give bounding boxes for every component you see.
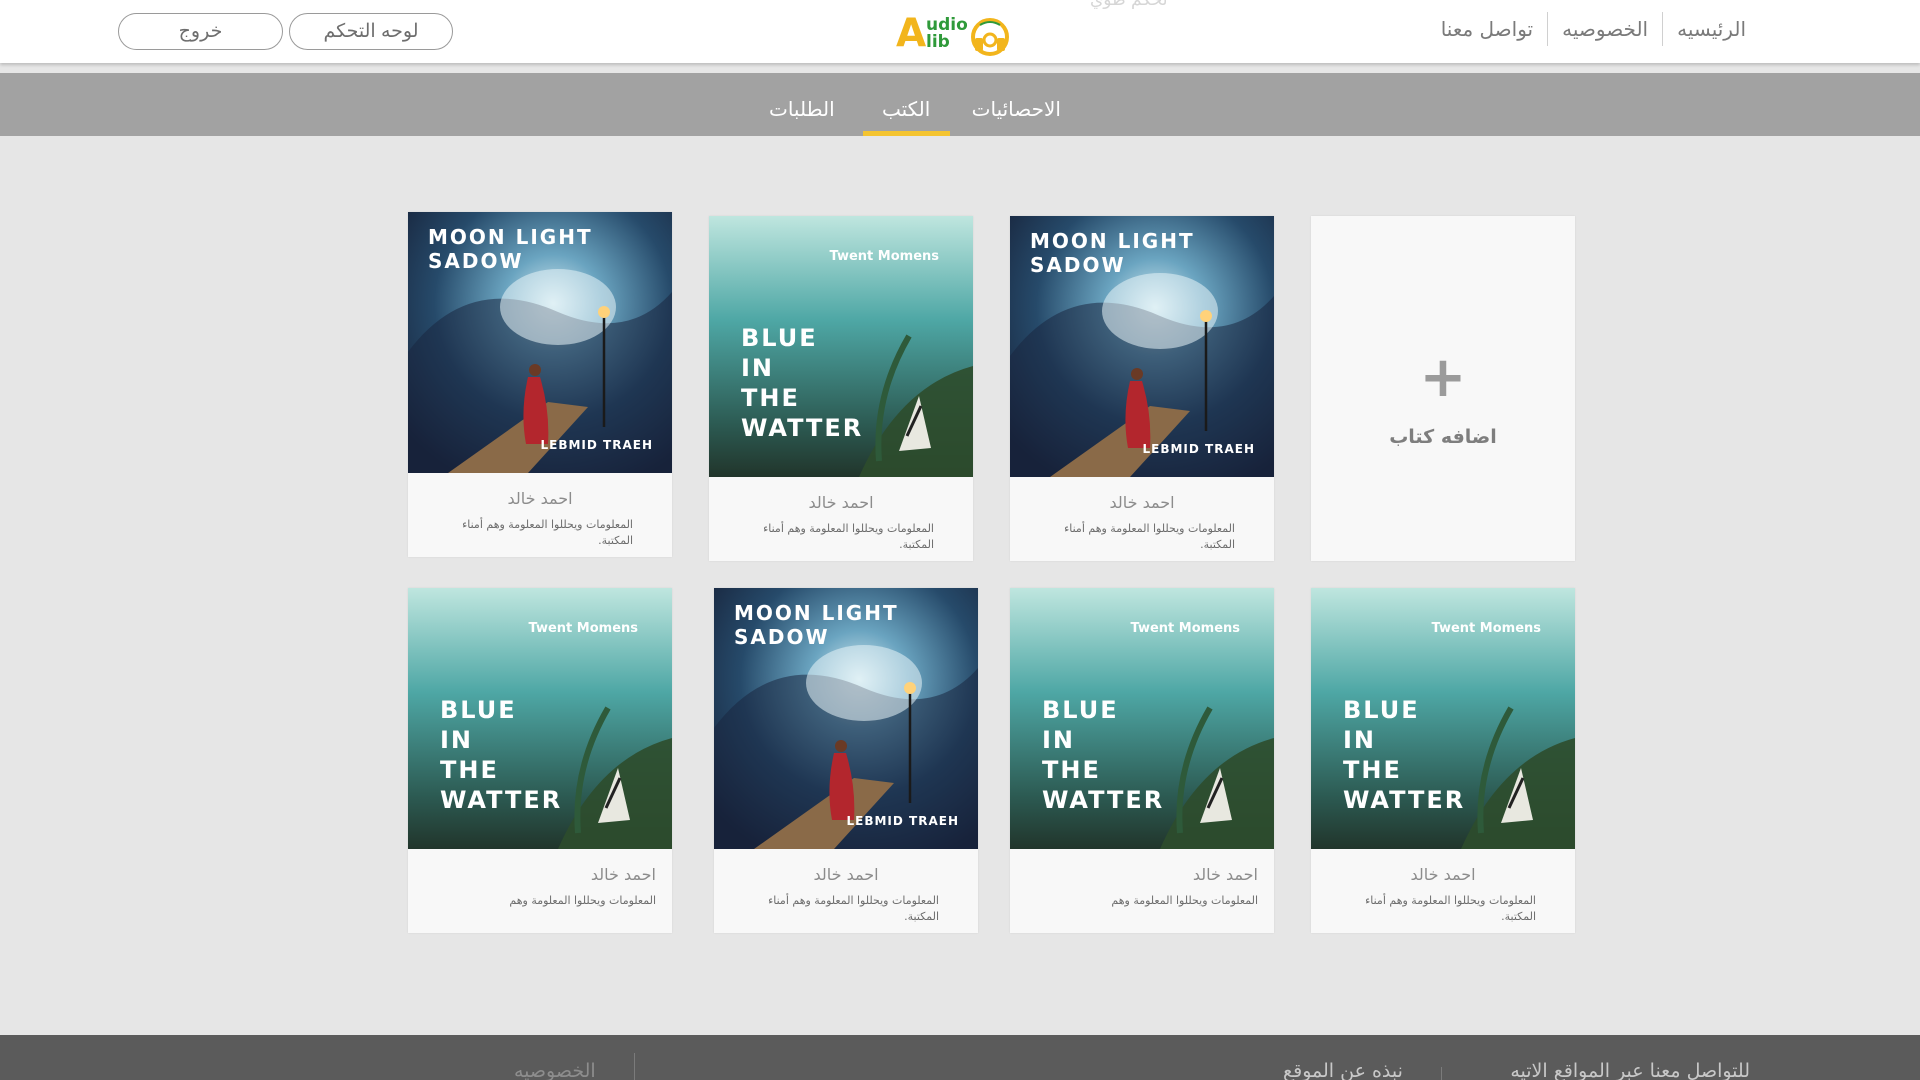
footer-privacy-link[interactable]: الخصوصيه: [514, 1060, 596, 1080]
cover-title-line: SADOW: [428, 249, 524, 273]
nav-item-contact[interactable]: تواصل معنا: [1427, 12, 1547, 46]
book-card[interactable]: Twent Momens BLUE IN THE WATTER احمد خالد المع…: [1311, 588, 1575, 933]
book-cover-art: MOON LIGHTSADOW LEBMID TRAEH: [714, 588, 978, 849]
book-cover[interactable]: Twent Momens BLUE IN THE WATTER: [1010, 588, 1274, 849]
logout-button[interactable]: خروج: [118, 13, 283, 50]
cover-title-line: IN: [1042, 726, 1075, 754]
book-author: احمد خالد: [507, 489, 573, 508]
book-description: المعلومات ويحللوا المعلومة وهم: [1111, 894, 1258, 907]
cover-tagline: Twent Momens: [529, 621, 639, 636]
book-description: المعلومات ويحللوا المعلومة وهم أمناء الم…: [462, 518, 633, 547]
cover-title-line: WATTER: [440, 786, 562, 814]
cover-title-line: IN: [440, 726, 473, 754]
dashboard-button[interactable]: لوحه التحكم: [289, 13, 453, 50]
book-cover[interactable]: MOON LIGHT SADOW LEBMID TRAEH: [1010, 216, 1274, 477]
cover-title-line: SADOW: [734, 625, 830, 649]
nav-item-privacy[interactable]: الخصوصيه: [1547, 12, 1662, 46]
tab-orders[interactable]: الطلبات: [755, 73, 849, 136]
section-tab-bar: الطلبات الكتب الاحصائيات: [0, 73, 1920, 136]
cover-author: LEBMID TRAEH: [1143, 442, 1256, 456]
plus-icon: +: [1419, 345, 1467, 410]
add-book-card[interactable]: + اضافه كتاب: [1311, 216, 1575, 561]
cover-title-line: THE: [1042, 756, 1101, 784]
cover-title-line: MOON LIGHT: [734, 601, 899, 625]
book-card[interactable]: Twent Momens BLUE IN THE WATTER احمد خالد المع…: [408, 588, 672, 933]
headphones-icon: [971, 18, 1009, 56]
book-cover-art: MOON LIGHTSADOW LEBMID TRAEH: [408, 212, 672, 473]
book-author: احمد خالد: [590, 865, 656, 884]
top-nav: الرئيسيه الخصوصيه تواصل معنا: [1427, 12, 1760, 46]
book-card[interactable]: Twent Momens BLUE IN THE WATTER احمد خالد المع…: [1010, 588, 1274, 933]
header-faded-text: تحكم طوي: [1090, 0, 1168, 10]
book-author: احمد خالد: [813, 865, 879, 884]
cover-title-line: WATTER: [1042, 786, 1164, 814]
cover-title-line: SADOW: [1030, 253, 1126, 277]
book-author: احمد خالد: [1410, 865, 1476, 884]
tab-books[interactable]: الكتب: [862, 73, 950, 136]
cover-author: LEBMID TRAEH: [847, 814, 960, 828]
cover-title-line: MOON LIGHT: [428, 225, 593, 249]
site-logo[interactable]: A udio lib: [896, 14, 1012, 56]
logo-word-bottom: lib: [926, 32, 950, 52]
book-cover[interactable]: Twent Momens BLUE IN THE WATTER: [408, 588, 672, 849]
cover-title-line: BLUE: [1042, 696, 1119, 724]
footer: للتواصل معنا عبر المواقع الاتيه نبذه عن …: [0, 1035, 1920, 1080]
book-description: المعلومات ويحللوا المعلومة وهم: [509, 894, 656, 907]
cover-title-line: WATTER: [741, 414, 863, 442]
footer-divider: [1441, 1067, 1442, 1080]
cover-title-line: MOON LIGHT: [1030, 229, 1195, 253]
cover-title-line: THE: [741, 384, 800, 412]
book-cover-art: MOON LIGHTSADOW LEBMID TRAEH: [1010, 216, 1274, 477]
tab-statistics[interactable]: الاحصائيات: [958, 73, 1075, 136]
add-book-label: اضافه كتاب: [1389, 426, 1497, 448]
book-author: احمد خالد: [1109, 493, 1175, 512]
book-card[interactable]: MOON LIGHT SADOW LEBMID TRAEH احمد خالد المع…: [1010, 216, 1274, 561]
book-cover[interactable]: MOON LIGHT SADOW LEBMID TRAEH: [408, 212, 672, 473]
cover-title-line: BLUE: [440, 696, 517, 724]
top-header: تحكم طوي الرئيسيه الخصوصيه تواصل معنا A …: [0, 0, 1920, 63]
book-cover[interactable]: Twent Momens BLUE IN THE WATTER: [709, 216, 973, 477]
footer-follow-label: للتواصل معنا عبر المواقع الاتيه: [1510, 1060, 1750, 1080]
book-cover[interactable]: MOON LIGHT SADOW LEBMID TRAEH: [714, 588, 978, 849]
book-description: المعلومات ويحللوا المعلومة وهم أمناء الم…: [763, 522, 934, 551]
book-cover-art: Twent Momens BLUEINTHEWATTER: [1311, 588, 1575, 849]
cover-tagline: Twent Momens: [1131, 621, 1241, 636]
book-cover-art: Twent Momens BLUEINTHEWATTER: [408, 588, 672, 849]
cover-tagline: Twent Momens: [830, 249, 940, 264]
cover-tagline: Twent Momens: [1432, 621, 1542, 636]
cover-title-line: THE: [1343, 756, 1402, 784]
nav-item-home[interactable]: الرئيسيه: [1662, 12, 1760, 46]
section-tabs: الطلبات الكتب الاحصائيات: [755, 73, 1075, 136]
footer-divider: [634, 1053, 635, 1080]
cover-title-line: BLUE: [1343, 696, 1420, 724]
book-description: المعلومات ويحللوا المعلومة وهم أمناء الم…: [768, 894, 939, 923]
cover-title-line: THE: [440, 756, 499, 784]
book-card[interactable]: Twent Momens BLUE IN THE WATTER احمد خالد المع…: [709, 216, 973, 561]
cover-author: LEBMID TRAEH: [541, 438, 654, 452]
book-card[interactable]: MOON LIGHT SADOW LEBMID TRAEH احمد خالد المع…: [408, 212, 672, 557]
cover-title-line: IN: [1343, 726, 1376, 754]
book-author: احمد خالد: [808, 493, 874, 512]
footer-about-link[interactable]: نبذه عن الموقع: [1283, 1060, 1403, 1080]
book-description: المعلومات ويحللوا المعلومة وهم أمناء الم…: [1365, 894, 1536, 923]
book-card[interactable]: MOON LIGHT SADOW LEBMID TRAEH احمد خالد المع…: [714, 588, 978, 933]
logo-letter: A: [896, 11, 927, 56]
cover-title-line: WATTER: [1343, 786, 1465, 814]
cover-title-line: IN: [741, 354, 774, 382]
book-description: المعلومات ويحللوا المعلومة وهم أمناء الم…: [1064, 522, 1235, 551]
book-cover-art: Twent Momens BLUEINTHEWATTER: [709, 216, 973, 477]
book-cover[interactable]: Twent Momens BLUE IN THE WATTER: [1311, 588, 1575, 849]
book-author: احمد خالد: [1192, 865, 1258, 884]
book-cover-art: Twent Momens BLUEINTHEWATTER: [1010, 588, 1274, 849]
cover-title-line: BLUE: [741, 324, 818, 352]
